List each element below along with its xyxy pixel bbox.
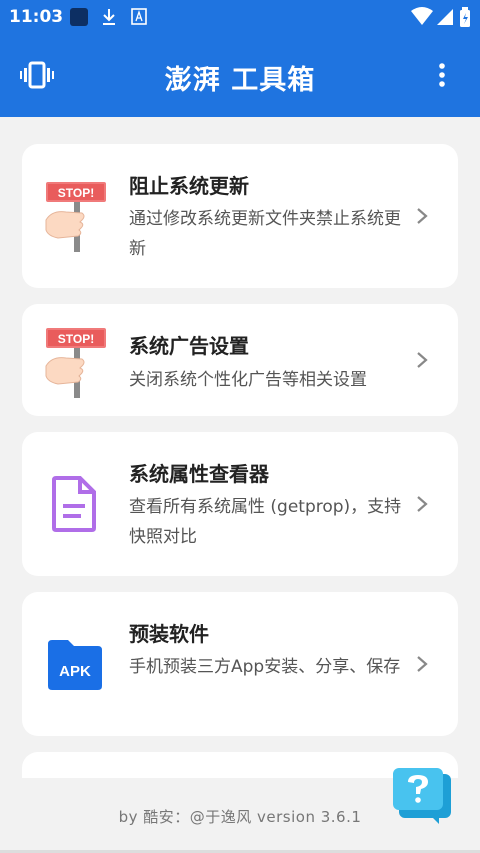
chevron-right-icon	[417, 656, 428, 672]
card-title: 阻止系统更新	[129, 174, 249, 198]
card-title: 系统广告设置	[129, 334, 249, 358]
card-description: 关闭系统个性化广告等相关设置	[129, 370, 367, 390]
card-description: 手机预装三方App安装、分享、保存	[129, 657, 401, 677]
status-bar: 11:03	[0, 0, 480, 34]
chevron-right-icon	[417, 208, 428, 224]
signal-icon	[437, 9, 453, 25]
text-app-icon	[131, 8, 147, 25]
stop-sign-text: STOP!	[58, 332, 94, 346]
app-title: 澎湃 工具箱	[164, 65, 316, 96]
battery-icon	[460, 7, 470, 27]
app-notification-icon	[70, 8, 88, 26]
apk-folder-icon: APK	[46, 638, 104, 696]
help-chat-icon	[393, 768, 451, 824]
apk-badge-text: APK	[59, 663, 91, 680]
wifi-icon	[411, 7, 433, 25]
card-system-property-viewer[interactable]: 系统属性查看器 查看所有系统属性 (getprop)，支持快照对比	[22, 432, 458, 576]
card-system-ad-settings[interactable]: STOP! 系统广告设置 关闭系统个性化广告等相关设置	[22, 304, 458, 416]
document-icon	[50, 476, 100, 536]
chevron-right-icon	[417, 496, 428, 512]
stop-sign-hand-icon: STOP!	[44, 326, 110, 402]
stop-sign-text: STOP!	[58, 186, 94, 200]
more-options-icon[interactable]	[430, 61, 454, 89]
card-title: 预装软件	[129, 622, 209, 646]
status-time: 11:03	[9, 7, 64, 27]
stop-sign-hand-icon: STOP!	[44, 180, 110, 256]
card-preinstalled-apps[interactable]: APK 预装软件 手机预装三方App安装、分享、保存	[22, 592, 458, 736]
download-icon	[103, 9, 115, 25]
card-title: 系统属性查看器	[129, 462, 269, 486]
app-bar: 澎湃 工具箱	[0, 34, 480, 117]
help-button[interactable]	[391, 766, 453, 830]
card-description: 查看所有系统属性 (getprop)，支持快照对比	[129, 497, 402, 547]
card-block-system-update[interactable]: STOP! 阻止系统更新 通过修改系统更新文件夹禁止系统更新	[22, 144, 458, 288]
card-description: 通过修改系统更新文件夹禁止系统更新	[129, 209, 401, 259]
chevron-right-icon	[417, 352, 428, 368]
